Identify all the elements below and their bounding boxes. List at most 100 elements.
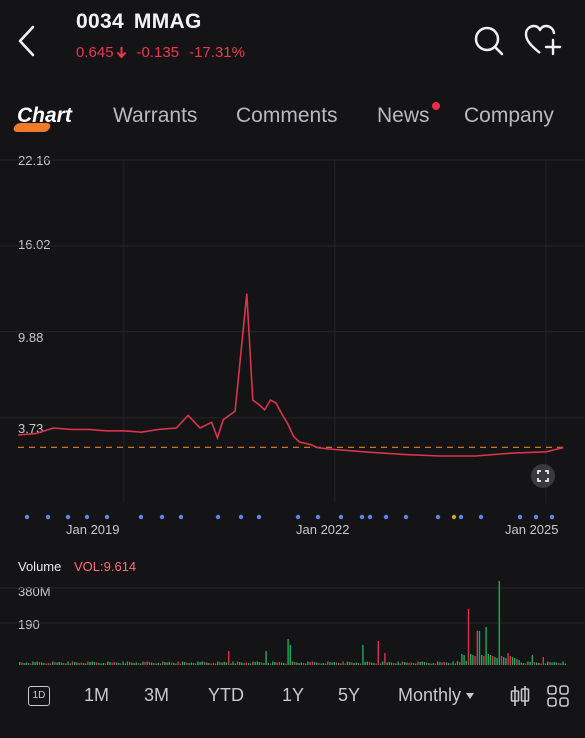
volume-bar — [74, 662, 76, 665]
volume-bar — [236, 661, 239, 665]
interval-indicator[interactable]: 1D — [28, 686, 50, 706]
caret-down-icon — [466, 692, 475, 699]
period-3m[interactable]: 3M — [144, 685, 169, 706]
volume-bar — [85, 663, 87, 665]
volume-bar — [357, 663, 360, 665]
volume-bar — [140, 663, 142, 665]
volume-bar — [230, 663, 232, 665]
volume-bar — [23, 663, 25, 665]
event-marker — [367, 514, 373, 520]
event-marker — [104, 514, 110, 520]
volume-bar — [170, 662, 173, 665]
volume-bar — [32, 661, 34, 665]
period-5y[interactable]: 5Y — [338, 685, 360, 706]
volume-bar — [71, 661, 74, 665]
tab-company[interactable]: Company — [464, 104, 554, 128]
volume-bar — [360, 663, 362, 665]
volume-bar — [188, 663, 190, 665]
volume-bar — [525, 663, 527, 665]
event-marker — [549, 514, 555, 520]
volume-bar — [41, 662, 43, 665]
volume-bar — [122, 661, 124, 665]
search-icon[interactable] — [472, 24, 506, 63]
volume-bar — [131, 662, 133, 665]
volume-bar — [34, 662, 36, 665]
volume-bar — [280, 662, 283, 665]
price-chart[interactable] — [0, 148, 585, 533]
volume-bar — [503, 657, 505, 665]
volume-bar — [507, 653, 509, 665]
volume-bar — [300, 662, 302, 665]
volume-bar — [232, 661, 234, 665]
volume-bar — [485, 627, 487, 665]
volume-bar — [256, 661, 258, 665]
volume-bar — [487, 654, 489, 665]
volume-bar — [450, 663, 452, 665]
fullscreen-icon[interactable] — [530, 463, 556, 494]
volume-bar — [516, 659, 518, 665]
volume-bar — [353, 663, 355, 665]
volume-value: VOL:9.614 — [74, 559, 137, 574]
volume-bar — [560, 663, 562, 665]
volume-bar — [43, 663, 45, 665]
volume-bar — [368, 662, 371, 665]
period-1m[interactable]: 1M — [84, 685, 109, 706]
volume-bar — [91, 661, 93, 665]
last-price: 0.645 — [76, 44, 114, 61]
event-marker — [359, 514, 365, 520]
volume-bar — [432, 663, 434, 665]
period-ytd[interactable]: YTD — [208, 685, 244, 706]
volume-bar — [78, 663, 80, 665]
volume-bar — [168, 662, 170, 665]
volume-bar — [533, 662, 536, 665]
tab-warrants[interactable]: Warrants — [113, 104, 197, 128]
volume-bar — [111, 662, 113, 665]
volume-bar — [250, 663, 252, 665]
event-marker — [338, 514, 344, 520]
tab-news[interactable]: News — [377, 104, 430, 128]
volume-bar — [481, 655, 483, 665]
volume-bar — [448, 663, 450, 665]
back-icon[interactable] — [16, 24, 38, 63]
volume-bar — [373, 663, 375, 665]
event-marker — [65, 514, 71, 520]
volume-bar — [19, 662, 21, 665]
period-1y[interactable]: 1Y — [282, 685, 304, 706]
volume-bar — [335, 662, 338, 665]
favorite-add-icon[interactable] — [524, 24, 564, 63]
volume-bar — [529, 662, 531, 665]
volume-bar — [527, 661, 529, 665]
volume-bar — [467, 609, 470, 665]
volume-bar — [148, 662, 151, 665]
grid-icon[interactable] — [546, 684, 570, 713]
volume-bar — [296, 662, 298, 665]
volume-bar — [269, 663, 272, 665]
volume-bar — [60, 662, 63, 665]
stock-title: 0034 MMAG — [76, 10, 212, 34]
candlestick-icon[interactable] — [509, 684, 531, 713]
volume-chart[interactable] — [0, 578, 585, 670]
volume-bar — [135, 662, 137, 665]
volume-bar — [366, 661, 368, 665]
volume-bar — [197, 661, 199, 665]
volume-bar — [278, 662, 280, 665]
volume-bar — [214, 663, 217, 665]
volume-bar — [190, 662, 192, 665]
volume-bar — [49, 663, 52, 665]
volume-label: Volume — [18, 559, 62, 574]
event-marker — [315, 514, 321, 520]
volume-bar — [401, 661, 404, 665]
volume-bar — [208, 663, 210, 665]
volume-bar — [551, 662, 553, 665]
volume-bar — [305, 663, 307, 665]
event-marker — [159, 514, 165, 520]
volume-bar — [437, 661, 439, 665]
volume-bar — [181, 661, 184, 665]
tab-comments[interactable]: Comments — [236, 104, 338, 128]
volume-bar — [25, 662, 27, 665]
tab-chart[interactable]: Chart — [17, 104, 72, 128]
volume-bar — [291, 661, 294, 665]
interval-dropdown[interactable]: Monthly — [398, 685, 475, 706]
volume-bar — [454, 663, 456, 665]
volume-bar — [298, 663, 300, 665]
